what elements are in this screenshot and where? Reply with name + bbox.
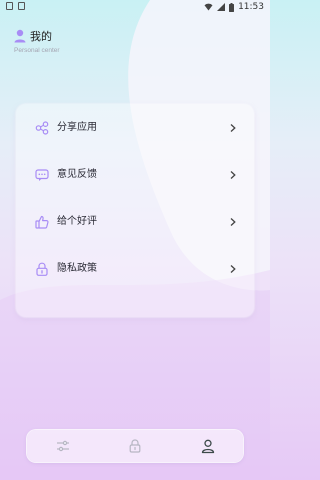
- chevron-right-icon: [230, 171, 236, 179]
- tab-tools[interactable]: [55, 438, 71, 454]
- tab-lock[interactable]: [127, 438, 143, 454]
- battery-icon: [229, 2, 235, 12]
- lock-icon: [129, 439, 141, 453]
- chevron-right-icon: [230, 265, 236, 273]
- page-header: 我的 Personal center: [14, 28, 60, 54]
- menu-label: 分享应用: [57, 122, 97, 133]
- user-icon: [201, 439, 215, 454]
- status-bar: 11:53: [0, 0, 270, 14]
- chevron-right-icon: [230, 124, 236, 132]
- menu-label: 意见反馈: [57, 169, 97, 180]
- user-avatar-icon: [14, 29, 26, 43]
- signal-icon: [217, 3, 226, 11]
- notification-icon: [18, 2, 25, 10]
- thumbs-up-icon: [35, 215, 49, 229]
- menu-card: 分享应用 意见反馈 给个好评 隐私政策: [16, 104, 254, 317]
- menu-label: 隐私政策: [57, 263, 97, 274]
- chevron-right-icon: [230, 218, 236, 226]
- wifi-icon: [204, 3, 213, 11]
- notification-icon: [6, 2, 13, 10]
- menu-item-privacy[interactable]: 隐私政策: [16, 257, 254, 281]
- share-icon: [35, 121, 49, 135]
- menu-item-share[interactable]: 分享应用: [16, 116, 254, 140]
- tab-profile[interactable]: [200, 438, 216, 454]
- sliders-icon: [57, 440, 69, 452]
- bottom-tab-bar: [27, 430, 243, 462]
- page-title: 我的: [30, 30, 52, 43]
- lock-icon: [36, 262, 48, 276]
- menu-item-rate[interactable]: 给个好评: [16, 210, 254, 234]
- clock: 11:53: [238, 2, 264, 12]
- menu-item-feedback[interactable]: 意见反馈: [16, 163, 254, 187]
- menu-label: 给个好评: [57, 216, 97, 227]
- feedback-icon: [35, 169, 49, 181]
- page-subtitle: Personal center: [14, 47, 60, 54]
